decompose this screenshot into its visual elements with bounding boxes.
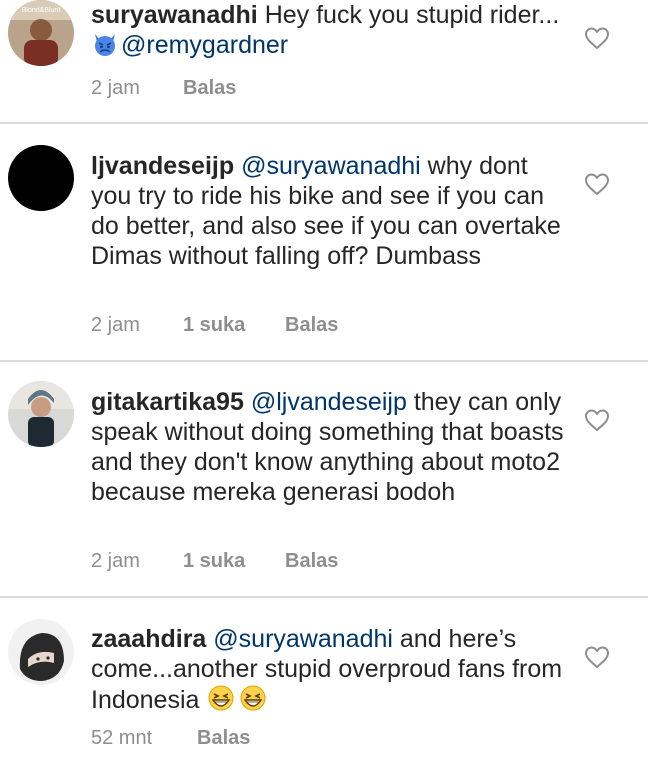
divider [0, 360, 648, 362]
comment-username[interactable]: zaaahdira [91, 625, 206, 653]
comment-mention[interactable]: @suryawanadhi [241, 152, 421, 180]
comment-time: 2 jam [91, 77, 140, 99]
avatar-photo: Blond&Blunt [8, 0, 74, 66]
likes-count[interactable]: 1 suka [183, 550, 245, 573]
heart-outline-icon [585, 409, 609, 431]
comment-time: 2 jam [91, 550, 140, 572]
comment-username[interactable]: ljvandeseijp [91, 152, 234, 180]
comment-username[interactable]: gitakartika95 [91, 388, 244, 416]
divider [0, 596, 648, 598]
comment-mention[interactable]: @ljvandeseijp [251, 388, 407, 416]
avatar[interactable] [8, 381, 74, 447]
reply-button[interactable]: Balas [183, 77, 236, 100]
avatar-photo [8, 619, 74, 685]
comment-time: 2 jam [91, 314, 140, 336]
divider [0, 122, 648, 124]
comment-body: Hey fuck you stupid rider... [264, 1, 560, 29]
comment-time: 52 mnt [91, 727, 153, 749]
comment-mention[interactable]: @suryawanadhi [213, 625, 393, 653]
likes-count[interactable]: 1 suka [183, 314, 245, 337]
reply-button[interactable]: Balas [197, 727, 250, 750]
reply-button[interactable]: Balas [285, 550, 338, 573]
reply-button[interactable]: Balas [285, 314, 338, 337]
avatar[interactable] [8, 145, 74, 211]
like-button[interactable] [584, 408, 610, 432]
heart-outline-icon [585, 646, 609, 668]
grinning-squinting-face-emoji [208, 685, 234, 711]
heart-outline-icon [585, 173, 609, 195]
heart-outline-icon [585, 27, 609, 49]
like-button[interactable] [584, 172, 610, 196]
comment-text: suryawanadhi Hey fuck you stupid rider..… [91, 0, 571, 60]
avatar[interactable] [8, 619, 74, 685]
comment-text: gitakartika95 @ljvandeseijp they can onl… [91, 387, 571, 507]
comment-mention[interactable]: @remygardner [121, 31, 288, 59]
avatar[interactable]: Blond&Blunt [8, 0, 74, 66]
comment-text: ljvandeseijp @suryawanadhi why dont you … [91, 151, 571, 271]
like-button[interactable] [584, 26, 610, 50]
comment-text: zaaahdira @suryawanadhi and here’s come.… [91, 624, 571, 715]
avatar-photo [8, 145, 74, 211]
angry-devil-emoji [95, 34, 115, 56]
like-button[interactable] [584, 645, 610, 669]
avatar-photo [8, 381, 74, 447]
comment-username[interactable]: suryawanadhi [91, 1, 258, 29]
avatar-logo-text: Blond&Blunt [22, 7, 61, 14]
grinning-squinting-face-emoji [240, 685, 266, 711]
